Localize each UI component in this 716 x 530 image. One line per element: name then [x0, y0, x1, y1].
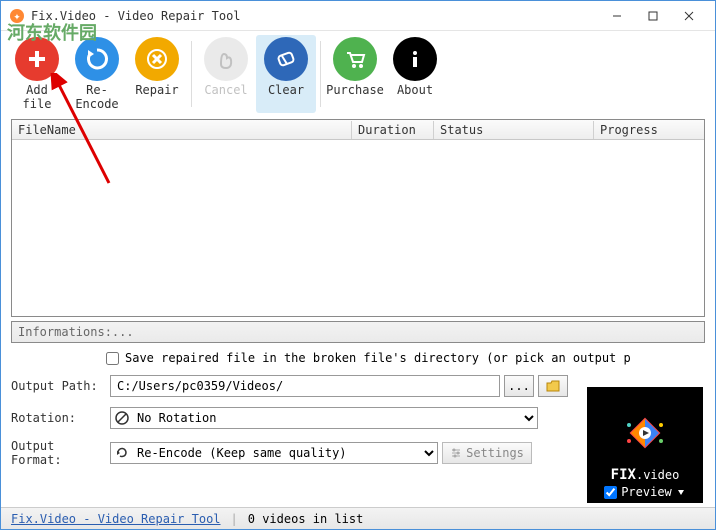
col-filename[interactable]: FileName [12, 121, 352, 139]
output-path-label: Output Path: [11, 379, 106, 393]
clear-button[interactable]: Clear [256, 35, 316, 113]
svg-text:✦: ✦ [13, 9, 20, 23]
info-bar: Informations: ... [11, 321, 705, 343]
output-path-input[interactable] [110, 375, 500, 397]
brand-text: FIX.video [611, 467, 680, 483]
output-format-select[interactable]: Re-Encode (Keep same quality) [110, 442, 438, 464]
fixvideo-logo-icon [615, 411, 675, 467]
clear-label: Clear [268, 83, 304, 97]
preview-panel: FIX.video Preview [587, 387, 703, 503]
cart-icon [342, 46, 368, 72]
add-file-label: Add file [9, 83, 65, 111]
info-label: Informations: [18, 325, 112, 339]
toolbar-separator [191, 41, 192, 107]
close-button[interactable] [671, 2, 707, 30]
main-toolbar: Add file Re-Encode Repair Cancel Clear P… [1, 31, 715, 115]
status-link[interactable]: Fix.Video - Video Repair Tool [11, 512, 221, 526]
save-in-broken-row: Save repaired file in the broken file's … [11, 351, 705, 365]
settings-label: Settings [466, 446, 524, 460]
folder-icon [546, 380, 560, 392]
rotation-label: Rotation: [11, 411, 106, 425]
status-count: 0 videos in list [248, 512, 364, 526]
repair-label: Repair [135, 83, 178, 97]
col-status[interactable]: Status [434, 121, 594, 139]
open-folder-button[interactable] [538, 375, 568, 397]
rotation-select[interactable]: No Rotation [110, 407, 538, 429]
toolbar-separator-2 [320, 41, 321, 107]
reencode-icon [115, 446, 129, 460]
col-duration[interactable]: Duration [352, 121, 434, 139]
hand-icon [213, 46, 239, 72]
save-in-broken-label: Save repaired file in the broken file's … [125, 351, 631, 365]
info-icon [402, 46, 428, 72]
maximize-button[interactable] [635, 2, 671, 30]
preview-checkbox[interactable] [604, 486, 617, 499]
info-value: ... [112, 325, 134, 339]
status-bar: Fix.Video - Video Repair Tool | 0 videos… [1, 507, 715, 529]
title-bar: ✦ Fix.Video - Video Repair Tool [1, 1, 715, 31]
re-encode-button[interactable]: Re-Encode [67, 35, 127, 113]
settings-icon [450, 447, 462, 459]
about-label: About [397, 83, 433, 97]
app-icon: ✦ [9, 8, 25, 24]
cancel-button[interactable]: Cancel [196, 35, 256, 113]
repair-button[interactable]: Repair [127, 35, 187, 113]
plus-icon [24, 46, 50, 72]
cancel-label: Cancel [204, 83, 247, 97]
settings-button[interactable]: Settings [442, 442, 532, 464]
preview-dropdown-icon[interactable] [676, 487, 686, 497]
add-file-button[interactable]: Add file [7, 35, 67, 113]
window-title: Fix.Video - Video Repair Tool [31, 9, 599, 23]
eraser-icon [273, 46, 299, 72]
browse-button[interactable]: ... [504, 375, 534, 397]
list-header: FileName Duration Status Progress [12, 120, 704, 140]
col-progress[interactable]: Progress [594, 121, 704, 139]
wrench-icon [144, 46, 170, 72]
save-in-broken-checkbox[interactable] [106, 352, 119, 365]
file-list[interactable]: FileName Duration Status Progress [11, 119, 705, 317]
minimize-button[interactable] [599, 2, 635, 30]
no-rotation-icon [115, 411, 129, 425]
re-encode-label: Re-Encode [69, 83, 125, 111]
preview-label: Preview [621, 485, 672, 499]
purchase-label: Purchase [326, 83, 384, 97]
output-format-label: Output Format: [11, 439, 106, 467]
refresh-icon [84, 46, 110, 72]
purchase-button[interactable]: Purchase [325, 35, 385, 113]
about-button[interactable]: About [385, 35, 445, 113]
